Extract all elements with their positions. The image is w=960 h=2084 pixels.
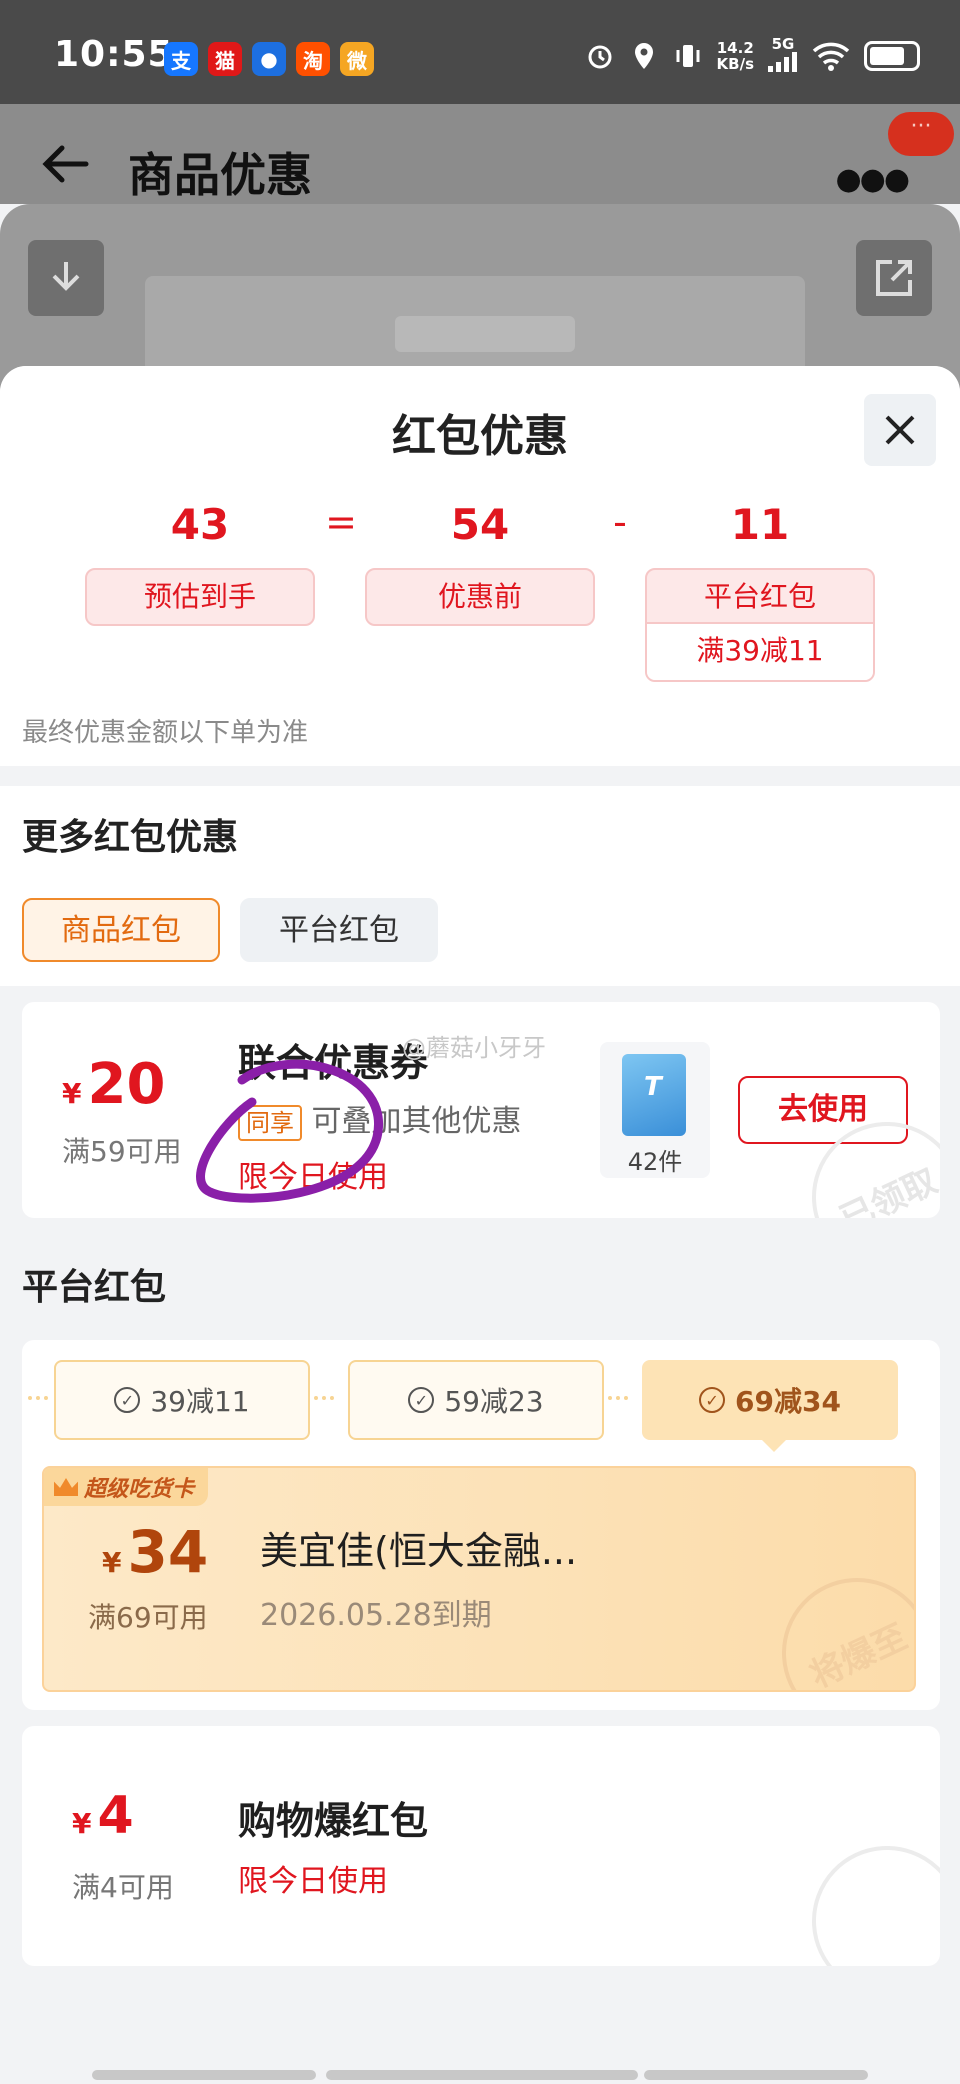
- super-foodie-coupon[interactable]: 超级吃货卡 ¥34 满69可用 美宜佳(恒大金融... 2026.05.28到期…: [42, 1466, 916, 1692]
- crown-icon: [54, 1478, 78, 1496]
- more-redpackets-title: 更多红包优惠: [22, 817, 239, 858]
- check-circle-icon: ✓: [699, 1387, 726, 1413]
- alarm-icon: [588, 45, 612, 68]
- gesture-bar-right: [644, 2070, 868, 2080]
- tissue-pack-image: [622, 1054, 686, 1136]
- platform-redpacket-title: 平台红包: [22, 1267, 167, 1308]
- product-count: 42件: [627, 1148, 683, 1176]
- net-speed: 14.2 KB/s: [717, 40, 754, 72]
- tier-label: 59减23: [444, 1385, 544, 1418]
- network-type: 5G: [768, 36, 798, 75]
- vibrate-icon: [676, 44, 700, 67]
- tier-connector: [314, 1396, 334, 1400]
- back-arrow-icon[interactable]: [40, 144, 90, 184]
- signal-icon: [768, 52, 797, 72]
- tier-option[interactable]: ✓ 59减23: [348, 1360, 604, 1440]
- download-icon: [52, 262, 80, 291]
- page-title: 商品优惠: [128, 148, 312, 202]
- tab-platform-redpacket[interactable]: 平台红包: [240, 898, 438, 962]
- platform-redpacket-label: 平台红包: [647, 570, 873, 624]
- tier-option-selected[interactable]: ✓ 69减34: [642, 1360, 898, 1440]
- burst-limit: 限今日使用: [238, 1864, 388, 1899]
- disclaimer-note: 最终优惠金额以下单为准: [22, 718, 309, 748]
- platform-redpacket-rule: 满39减11: [647, 624, 873, 680]
- discount-amount: 11: [730, 500, 790, 549]
- original-price-label: 优惠前: [365, 568, 595, 626]
- product-thumbnail[interactable]: 42件: [600, 1042, 710, 1178]
- notification-app-icons: 支 猫 ● 淘 微: [164, 42, 374, 76]
- tier-pointer: [762, 1440, 786, 1452]
- tier-option[interactable]: ✓ 39减11: [54, 1360, 310, 1440]
- status-bar: 10:55 支 猫 ● 淘 微 14.2 KB/s 5G: [0, 0, 960, 104]
- check-circle-icon: ✓: [114, 1387, 141, 1413]
- share-icon: [876, 260, 912, 296]
- joint-coupon-card: ¥20 满59可用 联合优惠券 同享 可叠加其他优惠 限今日使用 @蘑菇小牙牙 …: [22, 1002, 940, 1218]
- joint-coupon-amount: ¥20: [62, 1052, 165, 1117]
- page-header: 商品优惠 ●●●: [0, 104, 960, 204]
- super-coupon-value: 34: [127, 1518, 209, 1586]
- super-coupon-store: 美宜佳(恒大金融...: [260, 1529, 578, 1573]
- burst-value: 4: [97, 1786, 134, 1846]
- burst-condition: 满4可用: [72, 1871, 174, 1904]
- joint-coupon-value: 20: [87, 1052, 166, 1117]
- gesture-bar-left: [92, 2070, 316, 2080]
- download-button[interactable]: [28, 240, 104, 316]
- weibo-icon: 微: [340, 42, 374, 76]
- net-speed-value: 14.2: [716, 38, 754, 57]
- sheet-title: 红包优惠: [392, 411, 568, 462]
- check-circle-icon: ✓: [408, 1387, 435, 1413]
- super-coupon-condition: 满69可用: [88, 1601, 208, 1634]
- net-speed-unit: KB/s: [716, 54, 754, 73]
- tab-product-redpacket[interactable]: 商品红包: [22, 898, 220, 962]
- close-button[interactable]: [864, 394, 936, 466]
- yen-symbol: ¥: [62, 1077, 82, 1110]
- more-options-icon[interactable]: ●●●: [835, 162, 910, 197]
- product-image-label: [395, 316, 575, 352]
- tier-connector: [28, 1396, 48, 1400]
- tier-label: 39减11: [150, 1385, 250, 1418]
- burst-amount: ¥4: [72, 1786, 134, 1846]
- platform-redpacket-box: 平台红包 满39减11: [645, 568, 875, 682]
- platform-redpacket-card: ✓ 39减11 ✓ 59减23 ✓ 69减34 超级吃货卡 ¥34 满69可用 美宜佳…: [22, 1340, 940, 1710]
- super-foodie-label: 超级吃货卡: [84, 1477, 195, 1502]
- burst-title: 购物爆红包: [238, 1799, 429, 1843]
- battery-icon: [864, 40, 920, 71]
- taobao-icon: 淘: [296, 42, 330, 76]
- watermark-text: @蘑菇小牙牙: [402, 1034, 546, 1062]
- super-coupon-amount: ¥34: [102, 1518, 208, 1586]
- super-coupon-expiry: 2026.05.28到期: [260, 1598, 492, 1633]
- original-price: 54: [450, 500, 510, 549]
- gesture-bar-center[interactable]: [326, 2070, 638, 2080]
- coupon-sheet: 红包优惠 43 = 54 - 11 预估到手 优惠前 平台红包 满39减11 最…: [0, 366, 960, 2084]
- status-indicators: 14.2 KB/s 5G: [585, 36, 920, 75]
- shopping-burst-redpacket[interactable]: ¥4 满4可用 购物爆红包 限今日使用: [22, 1726, 940, 1966]
- wifi-icon: [812, 42, 850, 71]
- purple-annotation-circle: [196, 1059, 383, 1203]
- alipay-icon: 支: [164, 42, 198, 76]
- share-button[interactable]: [856, 240, 932, 316]
- minus-sign: -: [613, 500, 627, 544]
- tier-label: 69减34: [735, 1385, 841, 1418]
- final-price: 43: [170, 500, 230, 549]
- location-icon: [634, 42, 653, 69]
- network-label: 5G: [771, 35, 795, 53]
- super-foodie-badge: 超级吃货卡: [44, 1468, 209, 1506]
- more-redpackets-section: 更多红包优惠 商品红包 平台红包: [0, 786, 960, 986]
- floating-menu-button[interactable]: ···: [888, 112, 954, 156]
- yen-symbol: ¥: [102, 1546, 122, 1579]
- discount-summary-card: 红包优惠 43 = 54 - 11 预估到手 优惠前 平台红包 满39减11 最…: [0, 366, 960, 766]
- app-blue-icon: ●: [252, 42, 286, 76]
- close-icon: [885, 415, 915, 445]
- tmall-icon: 猫: [208, 42, 242, 76]
- joint-coupon-condition: 满59可用: [62, 1135, 182, 1168]
- yen-symbol: ¥: [72, 1807, 92, 1840]
- final-price-label: 预估到手: [85, 568, 315, 626]
- expiring-stamp: 将爆至: [757, 1553, 914, 1690]
- burst-stamp: [787, 1821, 940, 1966]
- tier-connector: [608, 1396, 628, 1400]
- status-time: 10:55: [54, 34, 174, 75]
- equals-sign: =: [325, 500, 357, 544]
